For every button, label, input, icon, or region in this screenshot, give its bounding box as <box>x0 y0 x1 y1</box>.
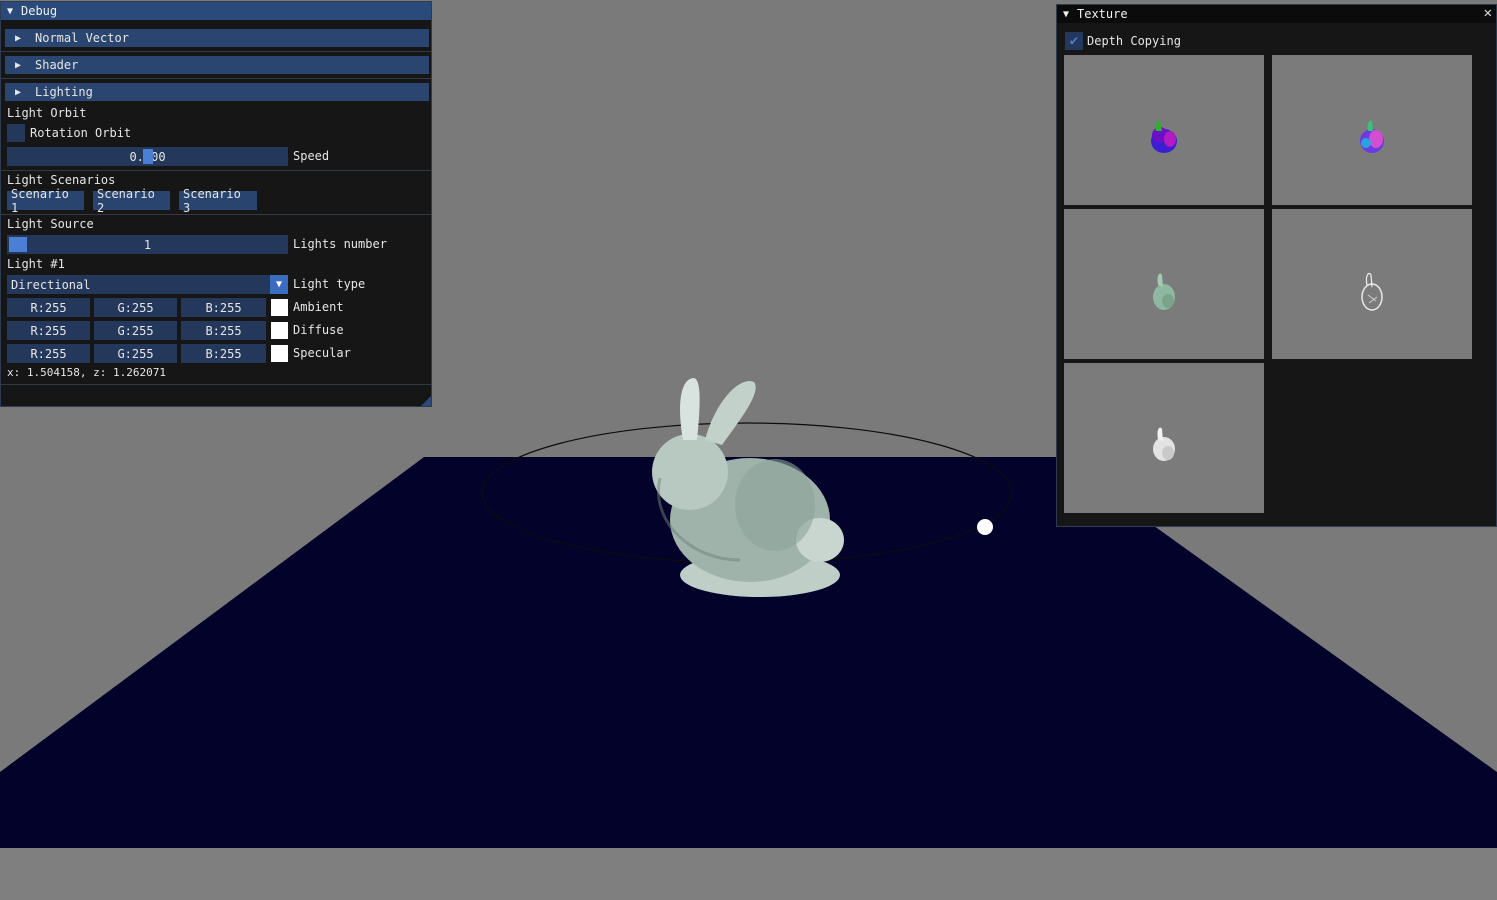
close-icon[interactable]: ✕ <box>1484 5 1492 21</box>
checkmark-icon: ✔ <box>1069 33 1079 49</box>
speed-label: Speed <box>293 149 330 163</box>
lights-number-value: 1 <box>143 237 152 252</box>
texture-thumbnail-depth <box>1064 363 1264 513</box>
light-scenarios-section: Light Scenarios <box>7 173 116 187</box>
collapse-triangle-icon[interactable]: ▼ <box>1063 9 1073 20</box>
light-type-value: Directional <box>11 277 91 292</box>
specular-b-field[interactable]: B:255 <box>181 344 266 363</box>
speed-slider[interactable]: 0.500 <box>7 147 288 166</box>
header-shader[interactable]: ▶ Shader <box>5 56 429 74</box>
rotation-orbit-checkbox[interactable] <box>7 124 25 142</box>
light-source-marker <box>977 519 993 535</box>
lights-number-grab[interactable] <box>9 237 27 252</box>
specular-label: Specular <box>293 346 351 360</box>
header-normal-vector-label: Normal Vector <box>35 31 129 45</box>
chevron-down-icon[interactable]: ▼ <box>270 275 288 294</box>
header-lighting[interactable]: ▶ Lighting <box>5 83 429 101</box>
divider <box>1 170 431 171</box>
header-lighting-label: Lighting <box>35 85 93 99</box>
texture-thumbnail-normal-detail <box>1272 55 1472 205</box>
bunny-normal-detail-image <box>1360 120 1384 153</box>
specular-r-field[interactable]: R:255 <box>7 344 90 363</box>
ambient-g-field[interactable]: G:255 <box>94 298 177 317</box>
lights-number-slider[interactable]: 1 <box>7 235 288 254</box>
debug-title: Debug <box>21 4 58 18</box>
texture-thumbnail-specular <box>1272 209 1472 359</box>
depth-copying-checkbox[interactable]: ✔ <box>1065 32 1083 50</box>
bunny-specular-image <box>1361 272 1383 311</box>
texture-title: Texture <box>1077 7 1128 21</box>
specular-color-swatch[interactable] <box>271 345 288 362</box>
diffuse-color-swatch[interactable] <box>271 322 288 339</box>
bunny-albedo-image <box>1153 273 1175 310</box>
debug-window[interactable]: ▼ Debug ▶ Normal Vector ▶ Shader ▶ Light… <box>0 1 432 407</box>
ambient-r-field[interactable]: R:255 <box>7 298 90 317</box>
diffuse-b-field[interactable]: B:255 <box>181 321 266 340</box>
debug-titlebar[interactable]: ▼ Debug <box>1 2 431 20</box>
ambient-color-swatch[interactable] <box>271 299 288 316</box>
rotation-orbit-label: Rotation Orbit <box>30 126 132 140</box>
diffuse-g-field[interactable]: G:255 <box>94 321 177 340</box>
texture-window[interactable]: ▼ Texture ✕ ✔ Depth Copying <box>1056 4 1497 527</box>
bottom-bar <box>0 848 1497 900</box>
texture-thumbnail-normal <box>1064 55 1264 205</box>
light-source-section: Light Source <box>7 217 94 231</box>
expand-triangle-icon: ▶ <box>15 59 22 71</box>
light-orbit-section: Light Orbit <box>7 106 87 120</box>
scenario-3-button[interactable]: Scenario 3 <box>179 187 257 215</box>
ambient-label: Ambient <box>293 300 344 314</box>
scenario-1-button[interactable]: Scenario 1 <box>7 187 84 215</box>
light-1-section: Light #1 <box>7 257 65 271</box>
light-type-label: Light type <box>293 277 366 291</box>
divider <box>1 214 431 215</box>
bunny-depth-image <box>1153 427 1175 461</box>
expand-triangle-icon: ▶ <box>15 32 22 44</box>
lights-number-label: Lights number <box>293 237 387 251</box>
position-readout: x: 1.504158, z: 1.262071 <box>7 366 166 379</box>
header-normal-vector[interactable]: ▶ Normal Vector <box>5 29 429 47</box>
texture-thumbnail-albedo <box>1064 209 1264 359</box>
header-shader-label: Shader <box>35 58 79 72</box>
ambient-b-field[interactable]: B:255 <box>181 298 266 317</box>
light-type-combo[interactable]: Directional <box>7 275 270 294</box>
divider <box>1 384 431 385</box>
resize-grip[interactable] <box>421 396 431 406</box>
divider <box>1 78 431 79</box>
diffuse-label: Diffuse <box>293 323 344 337</box>
collapse-triangle-icon[interactable]: ▼ <box>7 6 17 17</box>
scenario-2-button[interactable]: Scenario 2 <box>93 187 170 215</box>
speed-slider-grab[interactable] <box>142 149 153 164</box>
diffuse-r-field[interactable]: R:255 <box>7 321 90 340</box>
bunny-normal-image <box>1151 120 1177 153</box>
texture-titlebar[interactable]: ▼ Texture ✕ <box>1057 5 1496 23</box>
divider <box>1 51 431 52</box>
expand-triangle-icon: ▶ <box>15 86 22 98</box>
depth-copying-label: Depth Copying <box>1087 34 1181 48</box>
specular-g-field[interactable]: G:255 <box>94 344 177 363</box>
